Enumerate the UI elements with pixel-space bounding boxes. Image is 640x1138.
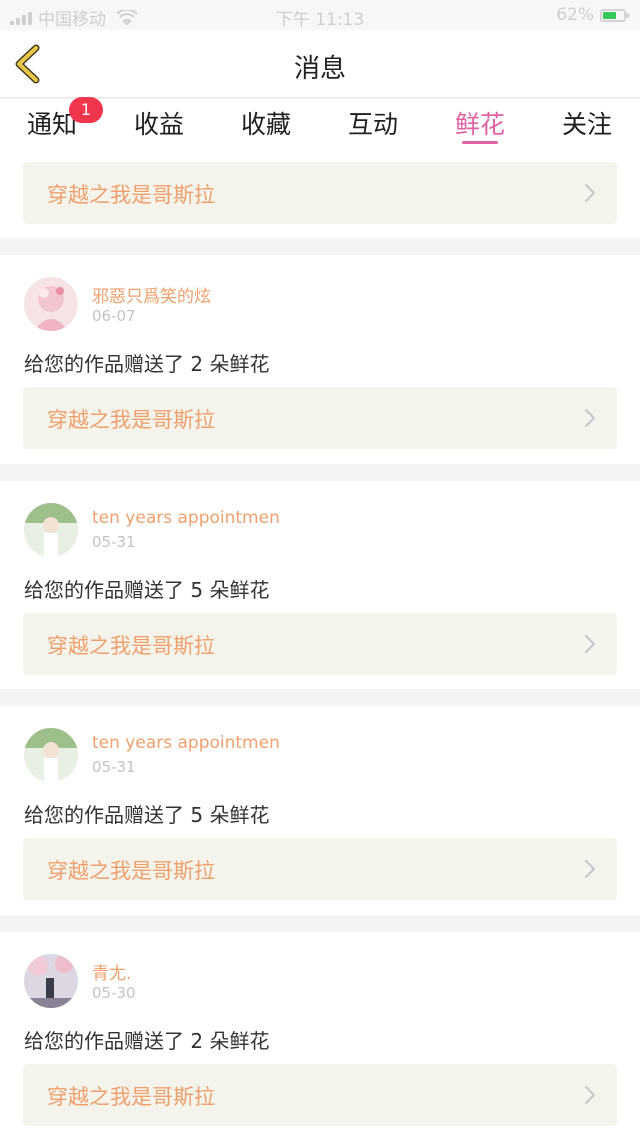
chevron-right-icon <box>583 182 597 204</box>
gift-message: 给您的作品赠送了 5 朵鲜花 <box>24 803 270 827</box>
work-title: 穿越之我是哥斯拉 <box>47 183 215 207</box>
work-link[interactable]: 穿越之我是哥斯拉 <box>23 162 617 224</box>
sender-name[interactable]: ten years appointmen <box>92 733 280 753</box>
gift-message: 给您的作品赠送了 5 朵鲜花 <box>24 578 270 602</box>
gift-message: 给您的作品赠送了 2 朵鲜花 <box>24 352 270 376</box>
sender-name[interactable]: 邪惡只爲笑的炫 <box>92 282 211 307</box>
tab-label: 关注 <box>561 110 612 139</box>
work-link[interactable]: 穿越之我是哥斯拉 <box>23 387 617 449</box>
chevron-right-icon <box>583 633 597 655</box>
list-item: ten years appointmen 05-31 给您的作品赠送了 5 朵鲜… <box>0 481 640 689</box>
sender-row: 青尢. 05-30 <box>24 954 584 1008</box>
work-link[interactable]: 穿越之我是哥斯拉 <box>23 613 617 675</box>
tab-label: 鲜花 <box>454 110 505 139</box>
work-link[interactable]: 穿越之我是哥斯拉 <box>23 838 617 900</box>
avatar[interactable] <box>24 277 78 331</box>
tab-favorites[interactable]: 收藏 <box>221 105 311 141</box>
chevron-right-icon <box>583 407 597 429</box>
work-title: 穿越之我是哥斯拉 <box>47 634 215 658</box>
tab-label: 收益 <box>133 110 184 139</box>
list-item: ten years appointmen 05-31 给您的作品赠送了 5 朵鲜… <box>0 706 640 915</box>
work-title: 穿越之我是哥斯拉 <box>47 859 215 883</box>
battery-percent: 62% <box>556 5 594 25</box>
avatar[interactable] <box>24 503 78 557</box>
work-link[interactable]: 穿越之我是哥斯拉 <box>23 1064 617 1126</box>
battery-icon <box>600 8 629 22</box>
sender-row: ten years appointmen 05-31 <box>24 728 584 782</box>
sender-name[interactable]: ten years appointmen <box>92 508 280 528</box>
nav-bar: 消息 <box>0 30 640 98</box>
sent-date: 05-31 <box>92 758 136 776</box>
tab-interaction[interactable]: 互动 <box>328 105 418 141</box>
sent-date: 05-31 <box>92 533 136 551</box>
sender-row: ten years appointmen 05-31 <box>24 503 584 557</box>
tab-flowers[interactable]: 鲜花 <box>435 105 525 144</box>
page-title: 消息 <box>293 54 346 84</box>
tab-earnings[interactable]: 收益 <box>114 105 204 141</box>
status-right: 62% <box>556 5 629 25</box>
tab-label: 互动 <box>347 110 398 139</box>
tab-label: 收藏 <box>240 110 291 139</box>
work-title: 穿越之我是哥斯拉 <box>47 1085 215 1109</box>
gift-message: 给您的作品赠送了 2 朵鲜花 <box>24 1029 270 1053</box>
list-item: 邪惡只爲笑的炫 06-07 给您的作品赠送了 2 朵鲜花 穿越之我是哥斯拉 <box>0 255 640 464</box>
tab-notify[interactable]: 通知 1 <box>7 97 103 141</box>
list-item: 穿越之我是哥斯拉 <box>0 146 640 238</box>
sent-date: 05-30 <box>92 984 136 1002</box>
notification-badge: 1 <box>69 97 103 123</box>
status-time: 下午 11:13 <box>275 10 365 30</box>
sent-date: 06-07 <box>92 307 136 325</box>
tab-follow[interactable]: 关注 <box>542 105 632 141</box>
tab-active-indicator <box>462 141 498 144</box>
avatar[interactable] <box>24 954 78 1008</box>
sender-name[interactable]: 青尢. <box>92 959 131 984</box>
list-item: 青尢. 05-30 给您的作品赠送了 2 朵鲜花 穿越之我是哥斯拉 <box>0 932 640 1138</box>
avatar[interactable] <box>24 728 78 782</box>
status-bar: 中国移动 下午 11:13 62% <box>0 0 640 30</box>
tab-bar: 通知 1 收益 收藏 互动 鲜花 关注 <box>0 97 640 146</box>
chevron-right-icon <box>583 1084 597 1106</box>
chevron-right-icon <box>583 858 597 880</box>
sender-row: 邪惡只爲笑的炫 06-07 <box>24 277 584 331</box>
work-title: 穿越之我是哥斯拉 <box>47 408 215 432</box>
